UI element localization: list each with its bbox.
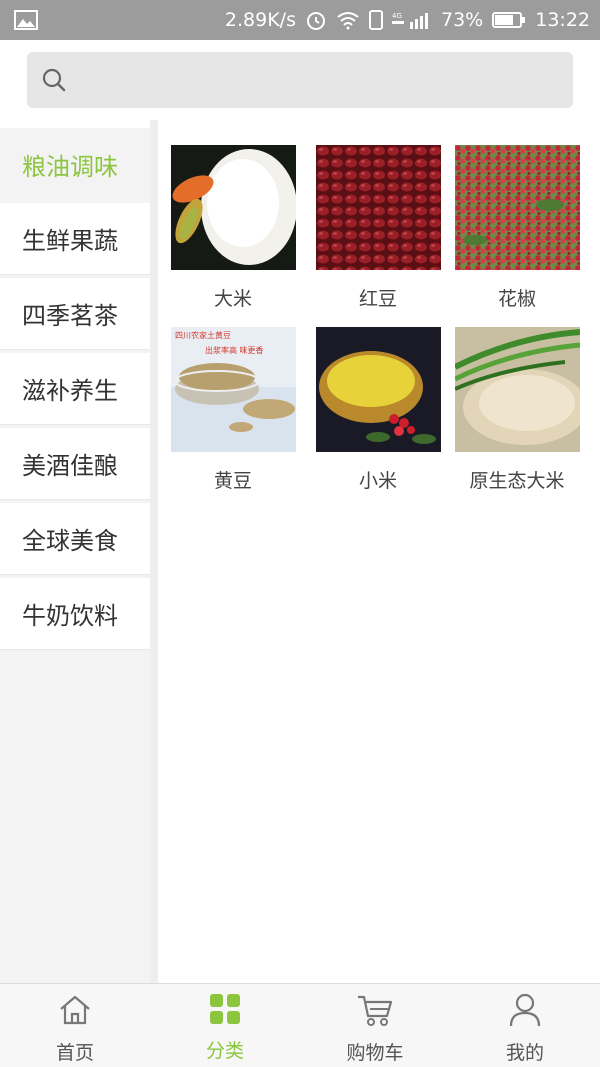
sidebar-item-label: 美酒佳酿 [22, 452, 118, 480]
network-speed: 2.89K/s [224, 9, 296, 31]
product-name: 大米 [213, 288, 252, 310]
sidebar-item-tea[interactable]: 四季茗茶 [0, 278, 150, 350]
image-caption: 出浆率高 味更香 [205, 345, 264, 355]
wifi-icon [336, 10, 360, 30]
user-icon [508, 992, 542, 1032]
category-sidebar: 粮油调味 生鲜果蔬 四季茗茶 滋补养生 美酒佳酿 全球美食 牛奶饮料 [0, 128, 150, 983]
battery-percent: 73% [441, 9, 484, 31]
product-name: 黄豆 [213, 470, 252, 492]
product-item-red-bean[interactable]: 红豆 [308, 145, 448, 311]
nav-label: 购物车 [346, 1042, 404, 1064]
clock: 13:22 [535, 9, 590, 31]
product-image-rice [170, 145, 296, 270]
sidebar-item-fresh-produce[interactable]: 生鲜果蔬 [0, 203, 150, 275]
search-input[interactable] [79, 62, 563, 100]
image-caption: 四川农家土黄豆 [175, 330, 231, 340]
sidebar-item-label: 粮油调味 [22, 152, 118, 181]
nav-category[interactable]: 分类 [150, 984, 300, 1067]
sidebar-item-label: 滋补养生 [22, 377, 118, 405]
product-grid: 大米 红豆 花椒 四川农家土黄豆 出浆率高 味更香 黄豆 小米 原生态大米 [158, 128, 600, 983]
product-name: 小米 [358, 470, 397, 492]
product-name: 花椒 [497, 288, 536, 310]
sidebar-item-label: 四季茗茶 [22, 302, 118, 330]
product-item-rice[interactable]: 大米 [163, 145, 303, 311]
signal-icon: 4G [392, 10, 432, 30]
product-image-millet [315, 327, 441, 452]
sidebar-item-global-food[interactable]: 全球美食 [0, 503, 150, 575]
sidebar-item-label: 生鲜果蔬 [22, 227, 118, 255]
category-grid-icon [208, 992, 242, 1030]
sidebar-item-label: 牛奶饮料 [22, 602, 118, 630]
product-image-organic-rice [454, 327, 580, 452]
home-icon [57, 992, 93, 1032]
product-item-organic-rice[interactable]: 原生态大米 [447, 327, 587, 493]
search-header [0, 40, 600, 120]
nav-label: 首页 [55, 1042, 94, 1064]
network-type: 4G [392, 12, 402, 20]
battery-icon [492, 11, 526, 29]
nav-home[interactable]: 首页 [0, 984, 150, 1067]
bottom-nav: 首页 分类 购物车 我的 [0, 983, 600, 1067]
product-image-soybean: 四川农家土黄豆 出浆率高 味更香 [170, 327, 296, 452]
sidebar-item-milk-drinks[interactable]: 牛奶饮料 [0, 578, 150, 650]
product-item-sichuan-pepper[interactable]: 花椒 [447, 145, 587, 311]
nav-cart[interactable]: 购物车 [300, 984, 450, 1067]
nav-label: 分类 [205, 1040, 244, 1062]
status-bar: 2.89K/s 4G 73% 13:22 [0, 0, 600, 40]
alarm-icon [305, 9, 327, 31]
cart-icon [356, 992, 394, 1032]
product-image-red-bean [315, 145, 441, 270]
product-name: 原生态大米 [469, 470, 565, 492]
sidebar-item-grain-oil[interactable]: 粮油调味 [0, 128, 150, 200]
divider [150, 120, 158, 983]
nav-label: 我的 [505, 1042, 544, 1064]
product-image-sichuan-pepper [454, 145, 580, 270]
nav-profile[interactable]: 我的 [450, 984, 600, 1067]
sidebar-item-health[interactable]: 滋补养生 [0, 353, 150, 425]
image-notification-icon [14, 10, 38, 30]
product-item-soybean[interactable]: 四川农家土黄豆 出浆率高 味更香 黄豆 [163, 327, 303, 493]
product-item-millet[interactable]: 小米 [308, 327, 448, 493]
sidebar-item-label: 全球美食 [22, 527, 118, 555]
search-bar[interactable] [27, 52, 573, 108]
sim-icon [369, 10, 383, 30]
sidebar-item-liquor[interactable]: 美酒佳酿 [0, 428, 150, 500]
search-icon [41, 67, 67, 97]
product-name: 红豆 [358, 288, 397, 310]
